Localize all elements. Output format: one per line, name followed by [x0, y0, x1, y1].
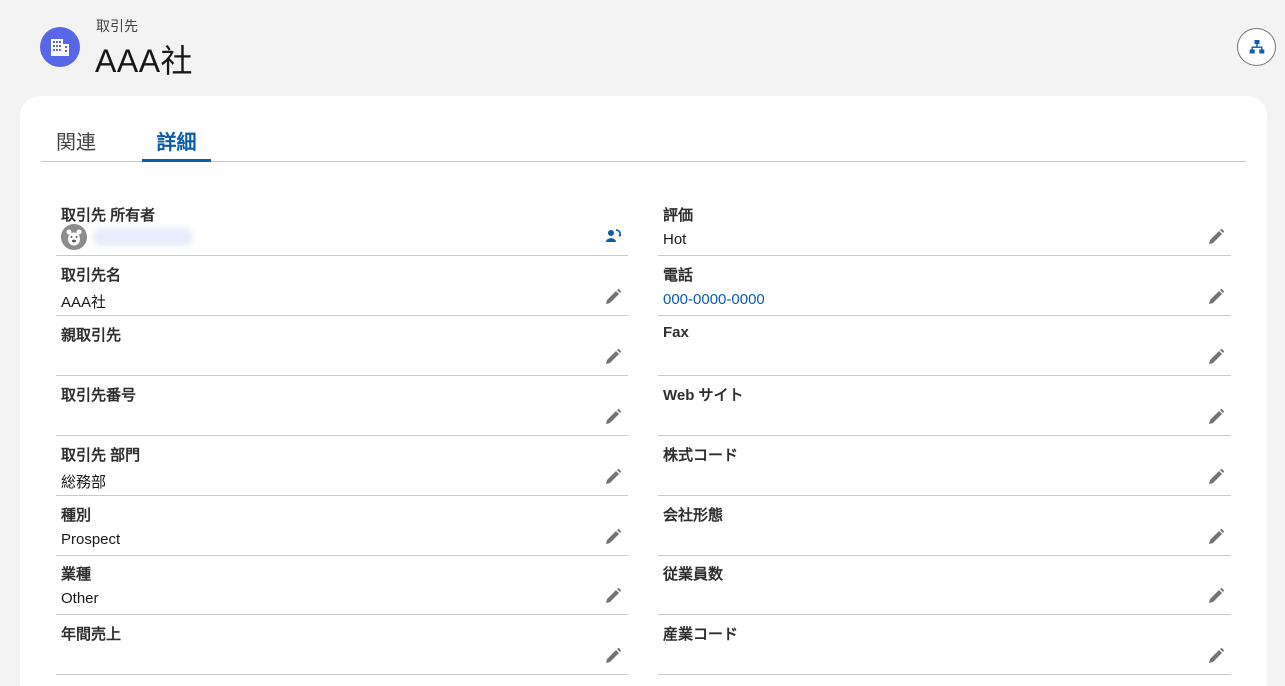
field-label: 取引先名: [61, 267, 122, 284]
pencil-icon[interactable]: [1207, 348, 1225, 366]
field-label: Web サイト: [663, 387, 744, 404]
pencil-icon[interactable]: [604, 468, 622, 486]
pencil-icon[interactable]: [1207, 587, 1225, 605]
field-phone: 電話 000-0000-0000: [658, 256, 1231, 316]
field-label: 取引先 部門: [61, 447, 141, 464]
pencil-icon[interactable]: [604, 647, 622, 665]
pencil-icon[interactable]: [1207, 408, 1225, 426]
field-parent-account: 親取引先: [56, 316, 628, 376]
pencil-icon[interactable]: [604, 528, 622, 546]
pencil-icon[interactable]: [1207, 288, 1225, 306]
tab-bar: 関連 詳細: [41, 96, 1246, 162]
tab-details[interactable]: 詳細: [142, 126, 211, 162]
field-ownership: 会社形態: [658, 496, 1231, 556]
owner-name-link[interactable]: [93, 228, 193, 246]
field-label: 取引先 所有者: [61, 207, 156, 224]
field-account-name: 取引先名 AAA社: [56, 256, 628, 316]
building-icon: [40, 27, 80, 67]
field-label: 取引先番号: [61, 387, 137, 404]
field-value: Prospect: [61, 531, 121, 548]
pencil-icon[interactable]: [604, 288, 622, 306]
field-value: AAA社: [61, 294, 107, 311]
field-fax: Fax: [658, 316, 1231, 376]
bear-avatar-icon: [66, 229, 82, 246]
field-industry: 業種 Other: [56, 555, 628, 615]
pencil-icon[interactable]: [1207, 228, 1225, 246]
field-website: Web サイト: [658, 376, 1231, 436]
field-label: 株式コード: [663, 447, 739, 464]
view-hierarchy-button[interactable]: [1237, 28, 1276, 66]
detail-card: 関連 詳細 取引先 所有者 取引先名 AAA社 親取引先 取引先番号 取引先 部…: [20, 96, 1267, 686]
tab-related[interactable]: 関連: [56, 126, 96, 162]
field-label: 親取引先: [61, 327, 122, 344]
phone-link[interactable]: 000-0000-0000: [663, 291, 765, 308]
field-sic-code: 産業コード: [658, 615, 1231, 675]
record-header: 取引先 AAA社: [0, 0, 1285, 96]
field-employees: 従業員数: [658, 555, 1231, 615]
field-label: 評価: [663, 207, 694, 224]
field-account-number: 取引先番号: [56, 376, 628, 436]
field-label: 年間売上: [61, 626, 122, 643]
field-label: 業種: [61, 566, 92, 583]
pencil-icon[interactable]: [604, 408, 622, 426]
avatar[interactable]: [61, 224, 87, 250]
field-label: 電話: [663, 267, 694, 284]
pencil-icon[interactable]: [604, 587, 622, 605]
field-annual-revenue: 年間売上: [56, 615, 628, 675]
field-label: 種別: [61, 507, 92, 524]
field-ticker-symbol: 株式コード: [658, 436, 1231, 496]
field-account-division: 取引先 部門 総務部: [56, 436, 628, 496]
field-type: 種別 Prospect: [56, 496, 628, 556]
field-label: 会社形態: [663, 507, 724, 524]
page-title: AAA社: [95, 43, 194, 79]
field-label: 産業コード: [663, 626, 739, 643]
pencil-icon[interactable]: [604, 348, 622, 366]
change-owner-icon[interactable]: [604, 226, 622, 244]
hierarchy-icon: [1249, 40, 1264, 54]
pencil-icon[interactable]: [1207, 647, 1225, 665]
field-value: Hot: [663, 231, 687, 248]
pencil-icon[interactable]: [1207, 528, 1225, 546]
pencil-icon[interactable]: [1207, 468, 1225, 486]
field-label: Fax: [663, 324, 689, 341]
field-label: 従業員数: [663, 566, 724, 583]
record-type-label: 取引先: [96, 18, 138, 34]
field-value: Other: [61, 590, 99, 607]
field-rating: 評価 Hot: [658, 196, 1231, 256]
field-account-owner: 取引先 所有者: [56, 196, 628, 256]
field-value: 総務部: [61, 474, 107, 491]
